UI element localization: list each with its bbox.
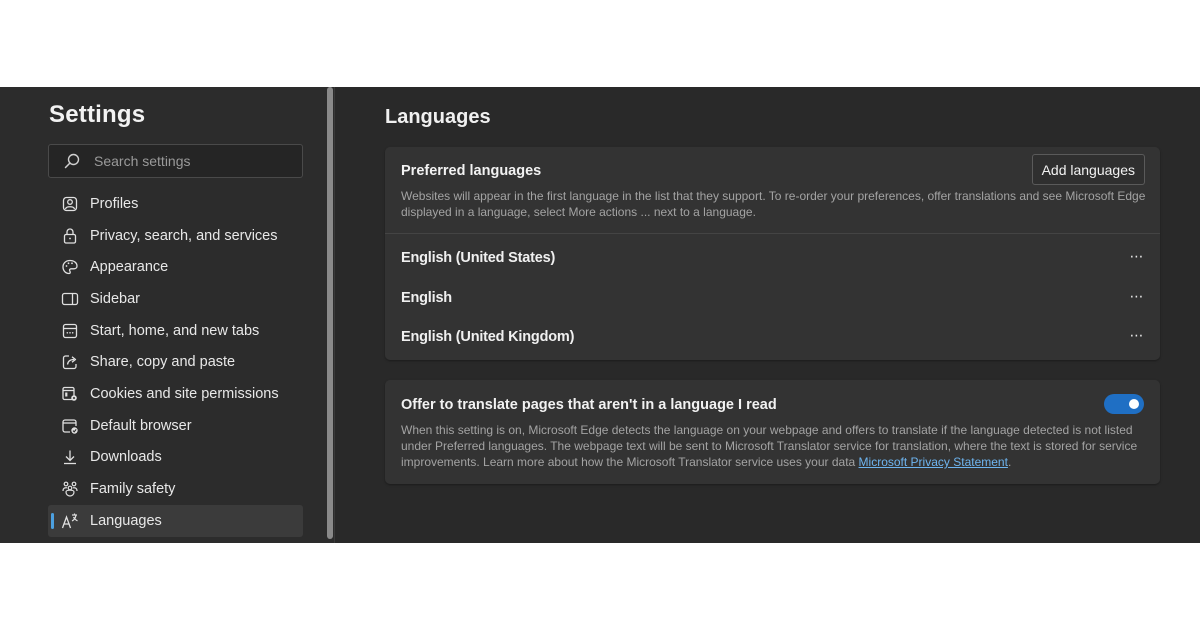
- language-row: English (United States) ⋯: [385, 238, 1160, 278]
- home-tabs-icon: [61, 322, 79, 340]
- more-actions-icon[interactable]: ⋯: [1126, 286, 1146, 306]
- privacy-statement-link[interactable]: Microsoft Privacy Statement: [859, 455, 1008, 469]
- preferred-languages-card: Preferred languages Add languages Websit…: [385, 147, 1160, 360]
- sidebar-item-privacy[interactable]: Privacy, search, and services: [48, 220, 303, 252]
- language-row: English (United Kingdom) ⋯: [385, 317, 1160, 357]
- sidebar-item-label: Cookies and site permissions: [90, 385, 279, 402]
- sidebar-title: Settings: [49, 101, 146, 128]
- sidebar-item-profiles[interactable]: Profiles: [48, 188, 303, 220]
- language-name: English: [401, 290, 452, 306]
- add-languages-button[interactable]: Add languages: [1031, 154, 1145, 185]
- sidebar-item-label: Privacy, search, and services: [90, 227, 278, 244]
- settings-sidebar: Settings Profiles Privacy, search, and s…: [0, 87, 334, 543]
- sidebar-item-label: Profiles: [90, 195, 139, 212]
- cookies-icon: [61, 385, 79, 403]
- sidebar-item-label: Family safety: [90, 481, 176, 498]
- more-actions-icon[interactable]: ⋯: [1126, 246, 1146, 266]
- sidebar-item-sidebar[interactable]: Sidebar: [48, 283, 303, 315]
- sidebar-item-languages[interactable]: Languages: [48, 504, 303, 537]
- sidebar-item-label: Appearance: [90, 259, 169, 276]
- sidebar-item-family-safety[interactable]: Family safety: [48, 473, 303, 505]
- offer-translate-toggle[interactable]: [1104, 394, 1144, 414]
- sidebar-item-appearance[interactable]: Appearance: [48, 251, 303, 283]
- preferred-languages-description: Websites will appear in the first langua…: [401, 189, 1146, 219]
- sidebar-item-cookies[interactable]: Cookies and site permissions: [48, 378, 303, 410]
- sidebar-icon: [61, 290, 79, 308]
- palette-icon: [61, 258, 79, 276]
- card-divider: [385, 233, 1160, 234]
- settings-nav: Profiles Privacy, search, and services A…: [48, 188, 303, 537]
- preferred-languages-title: Preferred languages: [401, 163, 542, 179]
- offer-translate-description: When this setting is on, Microsoft Edge …: [401, 422, 1146, 470]
- download-icon: [61, 448, 79, 466]
- sidebar-item-label: Default browser: [90, 417, 192, 434]
- sidebar-item-label: Languages: [90, 512, 162, 529]
- toggle-knob: [1129, 399, 1139, 409]
- sidebar-item-default-browser[interactable]: Default browser: [48, 410, 303, 442]
- main-content: Languages Preferred languages Add langua…: [335, 87, 1200, 543]
- language-row: English ⋯: [385, 278, 1160, 318]
- offer-translate-card: Offer to translate pages that aren't in …: [385, 380, 1160, 484]
- share-icon: [61, 353, 79, 371]
- page-title: Languages: [385, 106, 491, 128]
- sidebar-item-label: Sidebar: [90, 290, 140, 307]
- more-actions-icon[interactable]: ⋯: [1126, 325, 1146, 345]
- description-text: When this setting is on, Microsoft Edge …: [401, 423, 1138, 469]
- sidebar-item-label: Start, home, and new tabs: [90, 322, 260, 339]
- sidebar-item-start-home[interactable]: Start, home, and new tabs: [48, 315, 303, 347]
- family-icon: [61, 480, 79, 498]
- offer-translate-title: Offer to translate pages that aren't in …: [401, 397, 777, 413]
- sidebar-item-share[interactable]: Share, copy and paste: [48, 346, 303, 378]
- language-name: English (United States): [401, 250, 556, 266]
- sidebar-scrollbar[interactable]: [327, 87, 333, 539]
- sidebar-item-label: Share, copy and paste: [90, 354, 236, 371]
- language-name: English (United Kingdom): [401, 329, 575, 345]
- description-suffix: .: [1007, 455, 1012, 469]
- sidebar-item-downloads[interactable]: Downloads: [48, 442, 303, 474]
- search-settings-input[interactable]: [94, 153, 274, 169]
- search-settings-box[interactable]: [48, 144, 303, 178]
- languages-icon: [61, 512, 79, 530]
- edge-settings-window: Settings Profiles Privacy, search, and s…: [0, 87, 1200, 543]
- search-icon: [64, 153, 80, 169]
- sidebar-item-label: Downloads: [90, 449, 162, 466]
- profile-icon: [61, 195, 79, 213]
- default-browser-icon: [61, 417, 79, 435]
- lock-icon: [61, 227, 79, 245]
